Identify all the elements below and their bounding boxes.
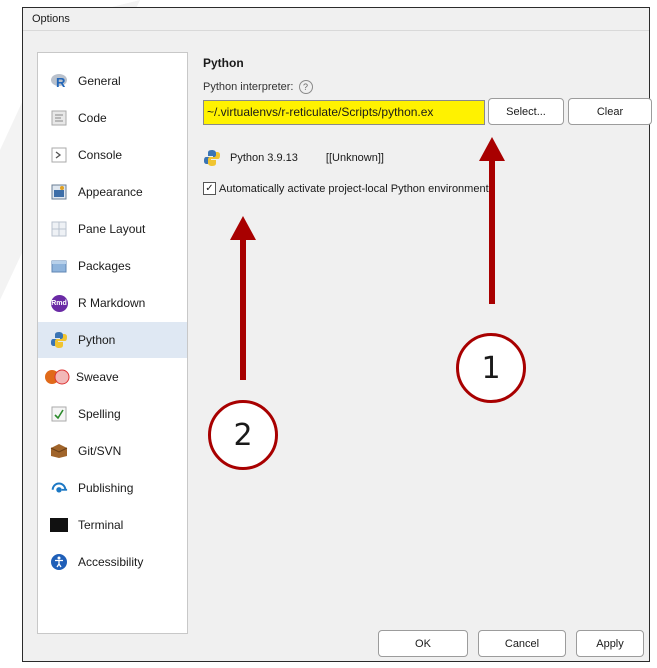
git-icon [50,442,68,460]
sidebar-item-git-svn[interactable]: Git/SVN [38,433,187,469]
rmd-badge: Rmd [50,294,68,312]
options-dialog: Options R General Code Console Appearanc… [22,7,652,662]
python-options-panel: Python Python interpreter: ? ~/.virtuale… [203,52,652,632]
sidebar-item-label: Pane Layout [78,222,146,236]
r-logo-icon: R [50,72,68,90]
publishing-icon [50,479,68,497]
sidebar-item-code[interactable]: Code [38,100,187,136]
code-icon [50,109,68,127]
apply-button[interactable]: Apply [576,630,644,657]
pane-layout-icon [50,220,68,238]
sidebar-item-console[interactable]: Console [38,137,187,173]
annotation-arrow-1-shaft [489,158,495,304]
annotation-callout-1: 1 [456,333,526,403]
interpreter-label-row: Python interpreter: ? [203,80,313,94]
python-version-status: [[Unknown]] [325,152,384,164]
sidebar-item-label: R Markdown [78,296,146,310]
sidebar-item-general[interactable]: R General [38,63,187,99]
auto-activate-row[interactable]: ✓ Automatically activate project-local P… [203,182,494,195]
sidebar-item-terminal[interactable]: Terminal [38,507,187,543]
sidebar-item-label: Sweave [76,370,119,384]
console-icon [50,146,68,164]
sidebar-item-label: Spelling [78,407,121,421]
annotation-arrow-1-head [479,137,505,161]
auto-activate-checkbox[interactable]: ✓ [203,182,216,195]
clear-button[interactable]: Clear [568,98,652,125]
options-sidebar: R General Code Console Appearance Pane L… [37,52,188,634]
interpreter-label: Python interpreter: [203,81,294,93]
python-version-row: Python 3.9.13 [[Unknown]] [203,149,384,167]
python-icon [50,331,68,349]
sidebar-item-label: Console [78,148,123,162]
sidebar-item-packages[interactable]: Packages [38,248,187,284]
spelling-icon [50,405,68,423]
svg-text:R: R [56,75,66,90]
packages-icon [50,257,68,275]
cancel-button[interactable]: Cancel [478,630,566,657]
sidebar-item-spelling[interactable]: Spelling [38,396,187,432]
annotation-arrow-2-head [230,216,256,240]
sidebar-item-r-markdown[interactable]: Rmd R Markdown [38,285,187,321]
sidebar-item-python[interactable]: Python [38,322,187,358]
sidebar-item-sweave[interactable]: Sweave [38,359,187,395]
sweave-icon [44,368,70,386]
sidebar-item-label: Terminal [78,518,124,532]
sidebar-item-label: Python [78,333,116,347]
rmd-icon: Rmd [50,294,68,312]
sidebar-item-label: Git/SVN [78,444,122,458]
interpreter-path-field[interactable]: ~/.virtualenvs/r-reticulate/Scripts/pyth… [203,100,485,125]
ok-button[interactable]: OK [378,630,468,657]
python-version: Python 3.9.13 [230,152,298,164]
section-title: Python [203,56,244,70]
sidebar-item-accessibility[interactable]: Accessibility [38,544,187,580]
sidebar-item-label: Accessibility [78,555,144,569]
appearance-icon [50,183,68,201]
sidebar-item-label: Code [78,111,107,125]
help-icon[interactable]: ? [298,80,313,94]
sidebar-item-appearance[interactable]: Appearance [38,174,187,210]
sidebar-item-label: General [78,74,121,88]
sidebar-item-label: Packages [78,259,131,273]
terminal-icon [50,516,68,534]
auto-activate-label: Automatically activate project-local Pyt… [219,182,495,195]
sidebar-item-publishing[interactable]: Publishing [38,470,187,506]
sidebar-item-label: Publishing [78,481,134,495]
accessibility-icon [50,553,68,571]
select-button[interactable]: Select... [488,98,564,125]
sidebar-item-pane-layout[interactable]: Pane Layout [38,211,187,247]
python-icon [203,149,221,167]
sidebar-item-label: Appearance [78,185,143,199]
annotation-callout-2: 2 [208,400,278,470]
annotation-arrow-2-shaft [240,238,246,380]
dialog-title: Options [23,8,649,31]
